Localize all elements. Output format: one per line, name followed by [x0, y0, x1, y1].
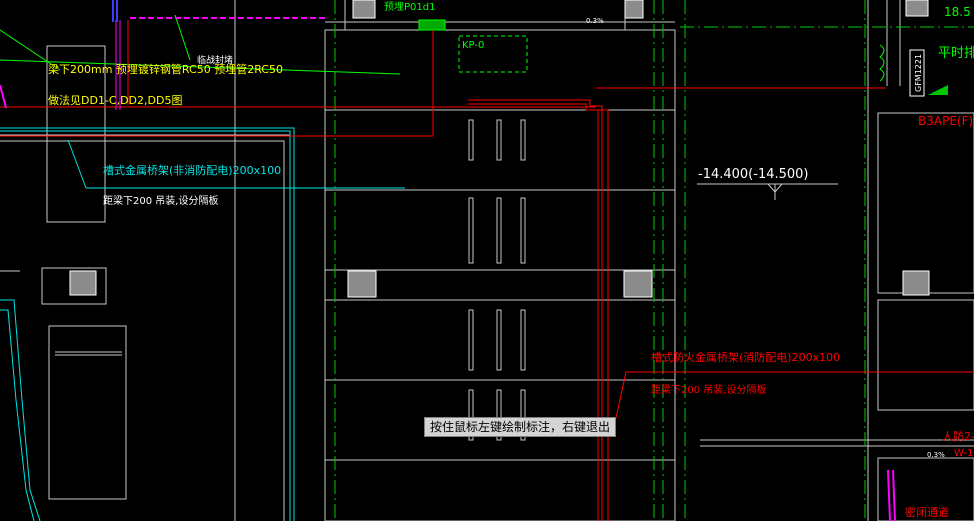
right-red-label-1: 人防2-3: [942, 429, 974, 443]
tray-left-label-2: 距梁下200 吊装,设分隔板: [103, 194, 218, 207]
drawing-annotations: 梁下200mm 预埋镀锌钢管RC50 预埋管2RC50 临战封堵 做法见DD1-…: [48, 1, 974, 519]
top-right-value: 18.5: [944, 5, 971, 19]
elevation-label: -14.400(-14.500): [698, 167, 809, 182]
right-note: 平时排: [938, 46, 974, 61]
command-tooltip: 按住鼠标左键绘制标注，右键退出: [424, 417, 617, 437]
tray-right-label-2: 距梁下200 吊装,设分隔板: [651, 383, 766, 396]
beam-note-1: 梁下200mm 预埋镀锌钢管RC50 预埋管2RC50: [48, 62, 283, 76]
blue-lines: [112, 0, 118, 22]
slope-label-2: 0.3%: [927, 451, 945, 459]
box-label: KP-0: [462, 40, 484, 51]
tray-left-label-1: 槽式金属桥架(非消防配电)200x100: [103, 163, 281, 177]
structural-walls: [0, 0, 974, 521]
door-code: GFM1221: [914, 54, 923, 92]
corridor-label: 密闭通道: [905, 505, 949, 519]
equipment-symbol: [928, 85, 948, 95]
small-top-label: 临战封堵: [197, 54, 233, 66]
right-red-label-2: W-1: [954, 448, 973, 459]
panel-label: B3APE(F): [918, 114, 973, 128]
top-mid-label: 预埋P01d1: [384, 1, 435, 13]
structural-columns: [69, 0, 930, 298]
cable-tray-non-fire: [0, 127, 405, 521]
tray-right-label-1: 槽式防火金属桥架(消防配电)200x100: [651, 350, 840, 364]
cad-drawing-canvas[interactable]: 梁下200mm 预埋镀锌钢管RC50 预埋管2RC50 临战封堵 做法见DD1-…: [0, 0, 974, 521]
reference-note: 做法见DD1-C,DD2,DD5图: [48, 93, 182, 107]
slope-label-1: 0.3%: [586, 17, 604, 25]
